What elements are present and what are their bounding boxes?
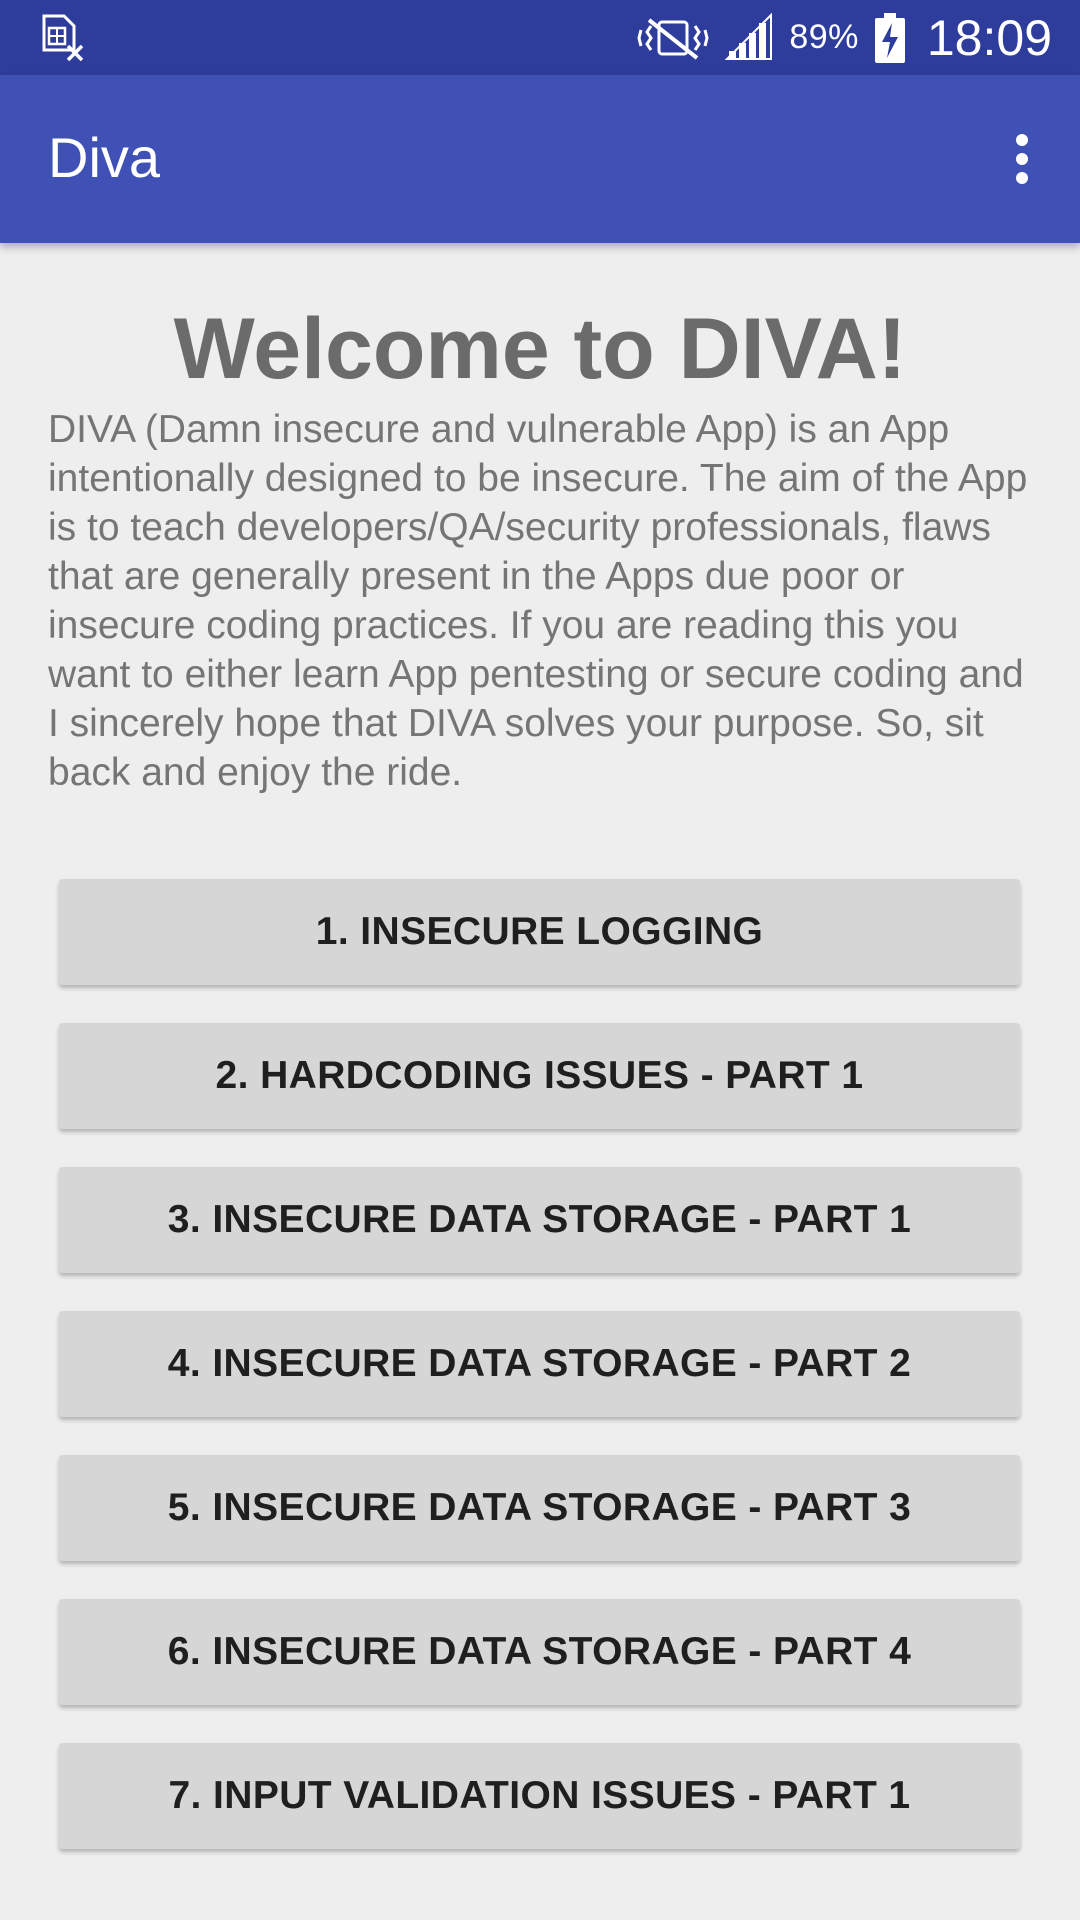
main-content: Welcome to DIVA! DIVA (Damn insecure and… <box>0 243 1080 797</box>
more-vert-icon[interactable] <box>990 123 1054 195</box>
sim-card-blocked-icon <box>38 14 86 62</box>
challenge-button-data-storage-4[interactable]: 6. INSECURE DATA STORAGE - PART 4 <box>59 1599 1020 1705</box>
status-bar: 89% 18:09 <box>0 0 1080 75</box>
status-clock: 18:09 <box>926 9 1052 66</box>
challenge-button-data-storage-2[interactable]: 4. INSECURE DATA STORAGE - PART 2 <box>59 1311 1020 1417</box>
welcome-title: Welcome to DIVA! <box>173 301 907 397</box>
challenge-button-data-storage-1[interactable]: 3. INSECURE DATA STORAGE - PART 1 <box>59 1167 1020 1273</box>
app-bar: Diva <box>0 75 1080 243</box>
challenge-button-input-validation-1[interactable]: 7. INPUT VALIDATION ISSUES - PART 1 <box>59 1743 1020 1849</box>
app-title: Diva <box>48 126 161 189</box>
challenge-list: 1. INSECURE LOGGING 2. HARDCODING ISSUES… <box>59 879 1020 1887</box>
intro-description: DIVA (Damn insecure and vulnerable App) … <box>48 408 1028 794</box>
vibrate-mute-icon <box>637 16 709 60</box>
battery-percentage: 89% <box>789 18 859 56</box>
battery-charging-icon <box>873 11 907 65</box>
challenge-button-data-storage-3[interactable]: 5. INSECURE DATA STORAGE - PART 3 <box>59 1455 1020 1561</box>
challenge-button-insecure-logging[interactable]: 1. INSECURE LOGGING <box>59 879 1020 985</box>
challenge-button-hardcoding-1[interactable]: 2. HARDCODING ISSUES - PART 1 <box>59 1023 1020 1129</box>
cellular-signal-icon <box>723 12 775 63</box>
